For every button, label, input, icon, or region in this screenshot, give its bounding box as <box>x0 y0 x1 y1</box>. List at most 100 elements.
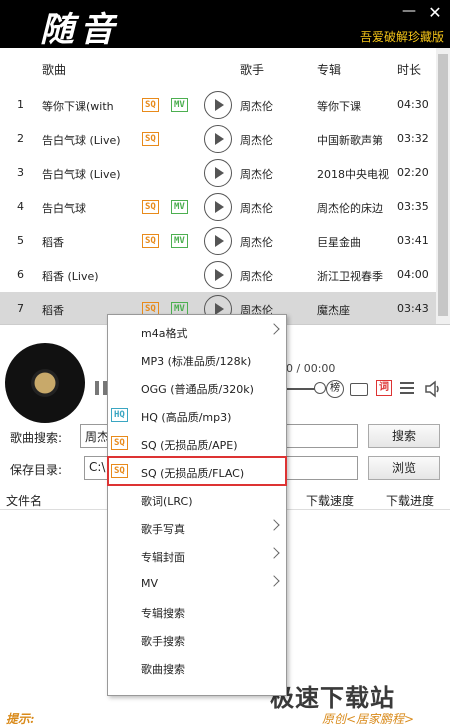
song-duration: 04:30 <box>397 98 429 111</box>
header-song: 歌曲 <box>42 63 67 77</box>
song-number: 3 <box>17 166 24 179</box>
song-album: 浙江卫视春季 <box>317 270 383 283</box>
time-display: 0 / 00:00 <box>286 362 336 375</box>
menu-item[interactable]: m4a格式 <box>108 317 286 345</box>
dl-header-filename: 文件名 <box>6 494 43 508</box>
song-duration: 03:41 <box>397 234 429 247</box>
song-title: 稻香 (Live) <box>42 270 99 283</box>
search-button[interactable]: 搜索 <box>368 424 440 448</box>
edition-label: 吾爱破解珍藏版 <box>359 30 444 44</box>
menu-item[interactable]: 歌手写真 <box>108 513 286 541</box>
song-artist: 周杰伦 <box>240 202 273 215</box>
menu-item[interactable]: HQ HQ (高品质/mp3) <box>108 401 286 429</box>
download-context-menu: m4a格式 MP3 (标准品质/128k) OGG (普通品质/320k) HQ HQ … <box>107 314 287 696</box>
menu-item[interactable]: SQ SQ (无损品质/FLAC) <box>107 456 287 486</box>
song-artist: 周杰伦 <box>240 236 273 249</box>
menu-item[interactable]: OGG (普通品质/320k) <box>108 373 286 401</box>
song-row[interactable]: 2 告白气球 (Live) SQ 周杰伦 中国新歌声第 03:32 <box>0 122 436 156</box>
chevron-right-icon <box>268 519 280 531</box>
sq-badge[interactable]: SQ <box>142 132 159 146</box>
volume-knob[interactable] <box>314 382 326 394</box>
song-list: 歌曲 歌手 专辑 时长 1 等你下课(with SQ MV 周杰伦 等你下课 04:30 2 告… <box>0 48 436 324</box>
play-button[interactable] <box>204 159 232 187</box>
mv-badge[interactable]: MV <box>171 200 188 214</box>
tip-label: 提示: <box>6 712 35 726</box>
song-duration: 02:20 <box>397 166 429 179</box>
menu-item[interactable]: MV <box>108 569 286 597</box>
mv-badge[interactable]: MV <box>171 98 188 112</box>
pause-icon[interactable] <box>95 381 107 395</box>
close-button[interactable]: ✕ <box>426 4 444 22</box>
song-search-label: 歌曲搜索: <box>10 431 63 445</box>
chevron-right-icon <box>268 547 280 559</box>
song-album: 中国新歌声第 <box>317 134 383 147</box>
chevron-right-icon <box>268 323 280 335</box>
song-number: 6 <box>17 268 24 281</box>
save-dir-label: 保存目录: <box>10 463 63 477</box>
radio-icon[interactable] <box>350 383 368 396</box>
song-number: 2 <box>17 132 24 145</box>
menu-item-label: m4a格式 <box>141 327 188 340</box>
song-title: 等你下课(with <box>42 100 114 113</box>
title-bar: 随音 — ✕ 吾爱破解珍藏版 <box>0 0 450 50</box>
menu-item[interactable]: 歌词(LRC) <box>108 485 286 513</box>
menu-item-label: 歌手写真 <box>141 523 185 536</box>
song-number: 7 <box>17 302 24 315</box>
menu-item[interactable]: SQ SQ (无损品质/APE) <box>108 429 286 457</box>
browse-button[interactable]: 浏览 <box>368 456 440 480</box>
song-duration: 03:43 <box>397 302 429 315</box>
song-album: 周杰伦的床边 <box>317 202 383 215</box>
menu-item-label: OGG (普通品质/320k) <box>141 383 254 396</box>
chevron-right-icon <box>268 575 280 587</box>
play-button[interactable] <box>204 261 232 289</box>
song-row[interactable]: 3 告白气球 (Live) 周杰伦 2018中央电视 02:20 <box>0 156 436 190</box>
song-number: 5 <box>17 234 24 247</box>
play-button[interactable] <box>204 227 232 255</box>
song-album: 2018中央电视 <box>317 168 389 181</box>
song-title: 稻香 <box>42 236 64 249</box>
song-row[interactable]: 6 稻香 (Live) 周杰伦 浙江卫视春季 04:00 <box>0 258 436 292</box>
menu-item[interactable]: 歌手搜索 <box>108 625 286 653</box>
sq-badge[interactable]: SQ <box>142 200 159 214</box>
play-button[interactable] <box>204 193 232 221</box>
menu-item[interactable]: 专辑封面 <box>108 541 286 569</box>
scrollbar-thumb[interactable] <box>438 54 448 316</box>
song-album: 魔杰座 <box>317 304 350 317</box>
mv-badge[interactable]: MV <box>171 234 188 248</box>
song-album: 巨星金曲 <box>317 236 361 249</box>
hq-badge: HQ <box>111 408 128 422</box>
song-row[interactable]: 5 稻香 SQ MV 周杰伦 巨星金曲 03:41 <box>0 224 436 258</box>
speaker-icon[interactable] <box>424 380 442 398</box>
app-logo: 随音 <box>40 10 120 50</box>
header-artist: 歌手 <box>240 63 265 77</box>
menu-item[interactable]: 歌曲搜索 <box>108 653 286 681</box>
menu-item[interactable]: 专辑搜索 <box>108 597 286 625</box>
sq-badge: SQ <box>111 436 128 450</box>
song-duration: 04:00 <box>397 268 429 281</box>
dl-header-progress: 下载进度 <box>386 494 435 508</box>
sq-badge[interactable]: SQ <box>142 234 159 248</box>
menu-item-label: 歌手搜索 <box>141 635 185 648</box>
lyric-button[interactable]: 词 <box>376 380 392 396</box>
play-button[interactable] <box>204 125 232 153</box>
menu-item-label: MP3 (标准品质/128k) <box>141 355 252 368</box>
minimize-button[interactable]: — <box>400 4 418 20</box>
list-scrollbar[interactable] <box>436 48 450 324</box>
playlist-icon[interactable] <box>400 382 414 394</box>
song-duration: 03:35 <box>397 200 429 213</box>
list-header: 歌曲 歌手 专辑 时长 <box>0 48 436 88</box>
site-watermark: 极速下载站 <box>270 684 395 712</box>
menu-item-label: 专辑搜索 <box>141 607 185 620</box>
play-button[interactable] <box>204 91 232 119</box>
menu-item-label: SQ (无损品质/APE) <box>141 439 238 452</box>
header-duration: 时长 <box>397 63 422 77</box>
chart-button[interactable]: 榜 <box>326 380 344 398</box>
sq-badge[interactable]: SQ <box>142 98 159 112</box>
song-number: 4 <box>17 200 24 213</box>
song-title: 告白气球 (Live) <box>42 134 121 147</box>
menu-item[interactable]: MP3 (标准品质/128k) <box>108 345 286 373</box>
menu-item-label: 歌曲搜索 <box>141 663 185 676</box>
song-row[interactable]: 4 告白气球 SQ MV 周杰伦 周杰伦的床边 03:35 <box>0 190 436 224</box>
song-row[interactable]: 1 等你下课(with SQ MV 周杰伦 等你下课 04:30 <box>0 88 436 122</box>
song-title: 告白气球 (Live) <box>42 168 121 181</box>
